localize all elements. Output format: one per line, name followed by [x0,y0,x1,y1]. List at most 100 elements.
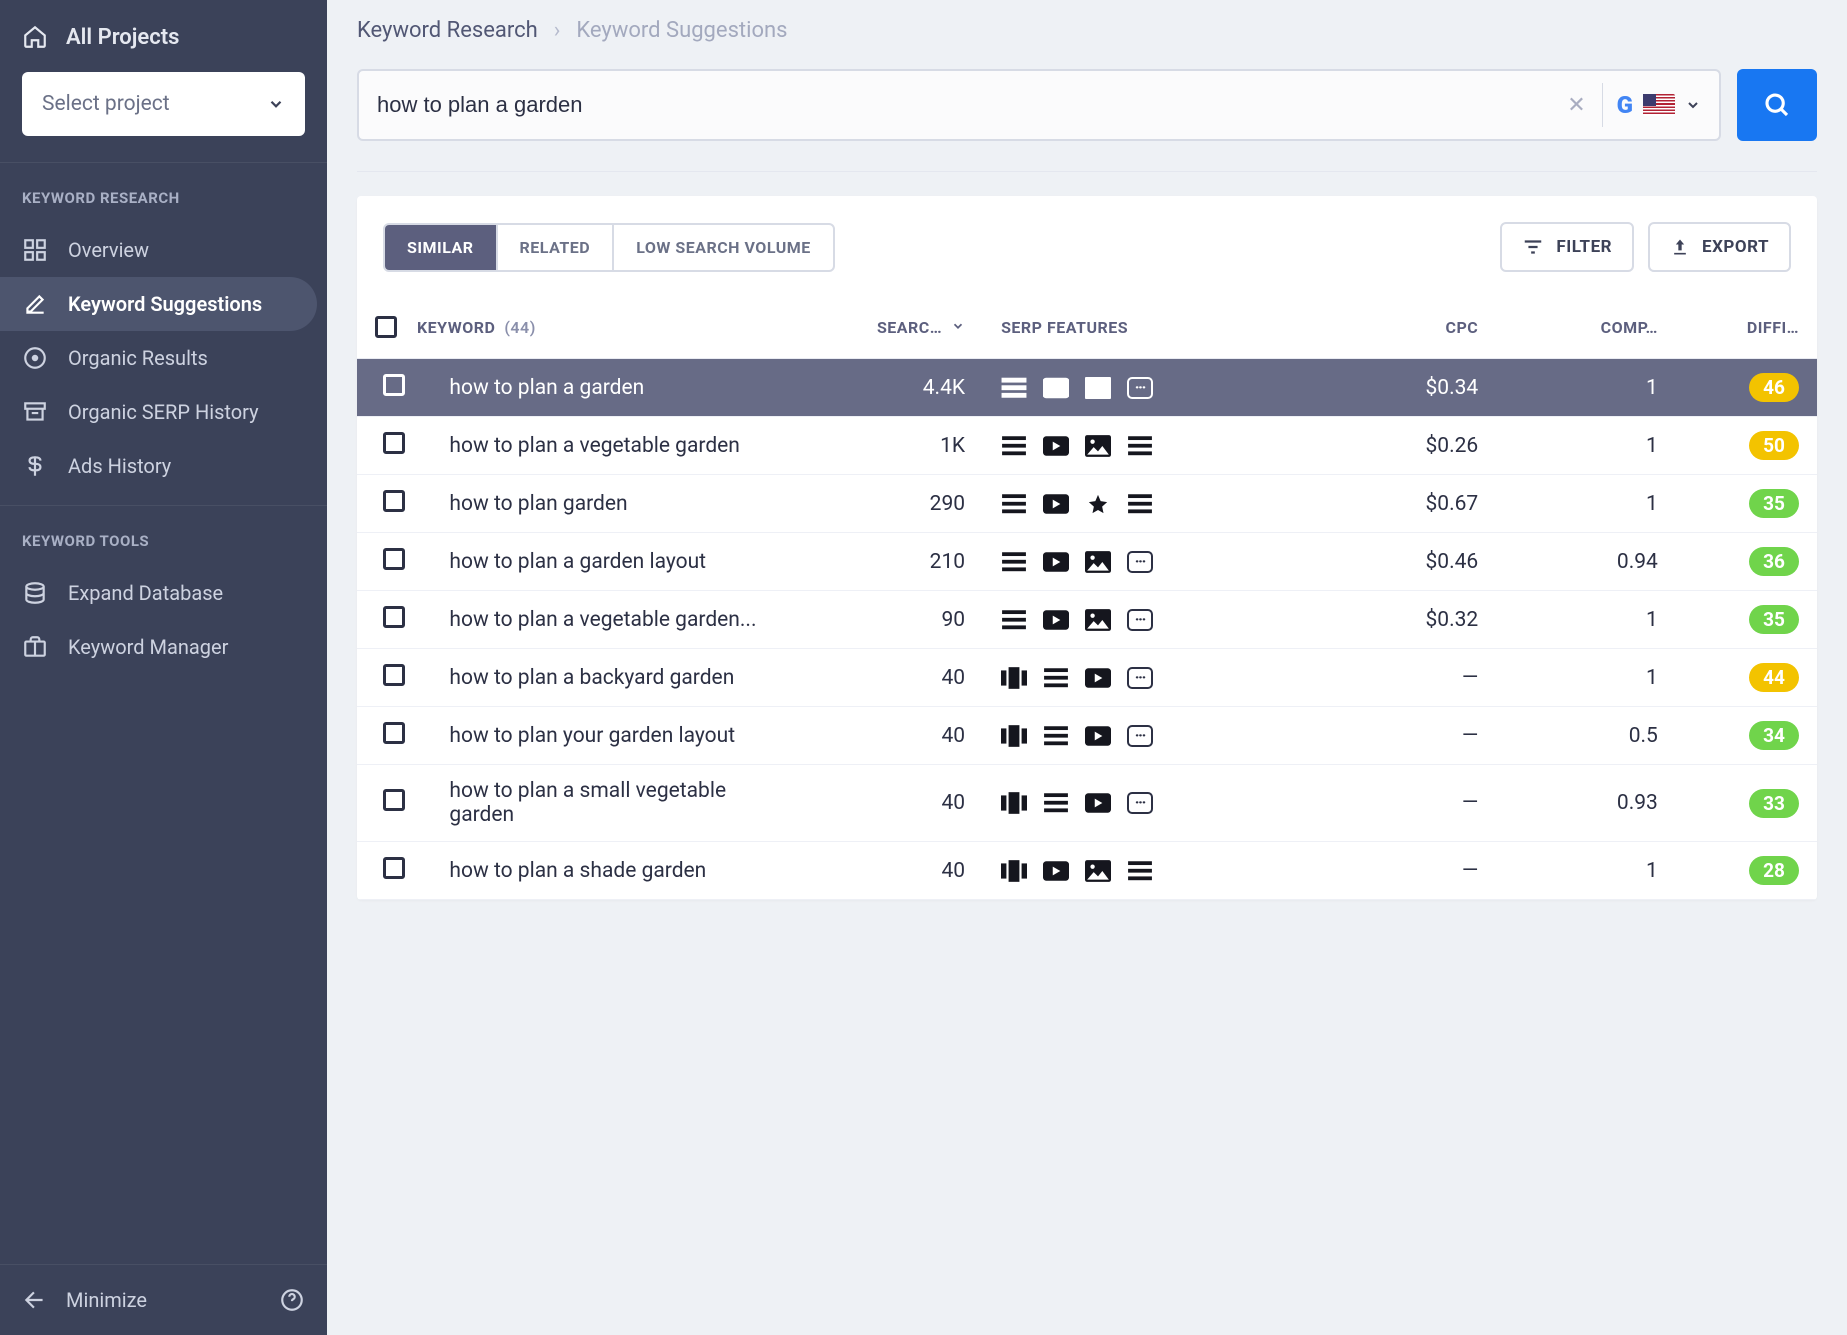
all-projects-link[interactable]: All Projects [22,24,305,50]
image-icon [1085,435,1111,457]
more-serp-icon: ··· [1127,725,1153,747]
nav-keyword-manager[interactable]: Keyword Manager [0,620,317,674]
col-diff[interactable]: DIFFI… [1676,296,1817,359]
search-button[interactable] [1737,69,1817,141]
table-row[interactable]: how to plan a vegetable garden1K$0.26150 [357,417,1817,475]
search-volume-cell: 40 [803,842,983,900]
difficulty-badge: 33 [1749,789,1799,818]
cpc-cell: — [1317,765,1497,842]
carousel-icon [1001,725,1027,747]
difficulty-badge: 34 [1749,721,1799,750]
project-select[interactable]: Select project [22,72,305,136]
table-row[interactable]: how to plan a garden layout210···$0.460.… [357,533,1817,591]
edit-icon [22,291,48,317]
nav-ads-history[interactable]: Ads History [0,439,317,493]
row-checkbox[interactable] [383,432,405,454]
tab-low-search-volume[interactable]: LOW SEARCH VOLUME [614,225,833,270]
keyword-cell: how to plan a backyard garden [431,649,803,707]
table-row[interactable]: how to plan a shade garden40—128 [357,842,1817,900]
nav-expand-database[interactable]: Expand Database [0,566,317,620]
row-checkbox[interactable] [383,548,405,570]
cpc-cell: $0.67 [1317,475,1497,533]
sitelinks-icon [1001,377,1027,399]
dollar-icon [22,453,48,479]
row-checkbox[interactable] [383,490,405,512]
carousel-icon [1001,860,1027,882]
keyword-count: (44) [504,318,535,337]
competition-cell: 1 [1496,417,1676,475]
select-all-checkbox[interactable] [375,316,397,338]
carousel-icon [1001,667,1027,689]
row-checkbox[interactable] [383,664,405,686]
nav-label: Keyword Manager [68,635,228,659]
search-volume-cell: 40 [803,765,983,842]
nav-organic-serp-history[interactable]: Organic SERP History [0,385,317,439]
table-row[interactable]: how to plan garden290$0.67135 [357,475,1817,533]
search-volume-cell: 1K [803,417,983,475]
tab-similar[interactable]: SIMILAR [385,225,498,270]
nav-label: Expand Database [68,581,223,605]
archive-icon [22,399,48,425]
row-checkbox[interactable] [383,857,405,879]
competition-cell: 1 [1496,475,1676,533]
all-projects-label: All Projects [66,25,179,50]
table-row[interactable]: how to plan a backyard garden40···—144 [357,649,1817,707]
difficulty-badge: 50 [1749,431,1799,460]
minimize-button[interactable]: Minimize [66,1288,147,1312]
more-serp-icon: ··· [1127,551,1153,573]
col-search[interactable]: SEARC… [877,318,942,337]
nav-label: Ads History [68,454,171,478]
home-icon [22,24,48,50]
video-icon [1043,435,1069,457]
col-comp[interactable]: COMP… [1496,296,1676,359]
serp-features [1001,860,1299,882]
table-row[interactable]: how to plan your garden layout40···—0.53… [357,707,1817,765]
more-serp-icon: ··· [1127,377,1153,399]
nav-keyword-suggestions[interactable]: Keyword Suggestions [0,277,317,331]
table-row[interactable]: how to plan a small vegetable garden40··… [357,765,1817,842]
video-icon [1043,551,1069,573]
competition-cell: 1 [1496,359,1676,417]
export-button[interactable]: EXPORT [1648,222,1791,272]
row-checkbox[interactable] [383,722,405,744]
nav-label: Overview [68,238,149,262]
export-label: EXPORT [1702,237,1769,257]
section-title-research: KEYWORD RESEARCH [0,163,327,223]
cpc-cell: $0.34 [1317,359,1497,417]
col-serp[interactable]: SERP FEATURES [983,296,1317,359]
row-checkbox[interactable] [383,374,405,396]
row-checkbox[interactable] [383,606,405,628]
search-engine-select[interactable]: G [1617,91,1701,119]
breadcrumb-current: Keyword Suggestions [576,18,787,43]
tab-related[interactable]: RELATED [498,225,615,270]
breadcrumb-root[interactable]: Keyword Research [357,18,538,43]
nav-label: Organic Results [68,346,208,370]
row-checkbox[interactable] [383,789,405,811]
help-icon[interactable] [279,1287,305,1313]
breadcrumb: Keyword Research › Keyword Suggestions [357,18,1817,43]
sitelinks-icon [1001,493,1027,515]
filter-button[interactable]: FILTER [1500,222,1634,272]
clear-search-icon[interactable]: ✕ [1559,85,1593,126]
table-body: how to plan a garden4.4K···$0.34146how t… [357,359,1817,900]
search-volume-cell: 40 [803,707,983,765]
serp-features: ··· [1001,551,1299,573]
chevron-right-icon: › [554,18,561,43]
col-cpc[interactable]: CPC [1317,296,1497,359]
serp-features [1001,493,1299,515]
col-keyword[interactable]: KEYWORD [417,318,495,337]
project-select-label: Select project [42,92,170,116]
filter-icon [1522,236,1544,258]
serp-features: ··· [1001,792,1299,814]
video-icon [1043,860,1069,882]
table-row[interactable]: how to plan a vegetable garden...90···$0… [357,591,1817,649]
keyword-cell: how to plan a shade garden [431,842,803,900]
target-icon [22,345,48,371]
keyword-search-input[interactable] [377,92,1559,118]
cpc-cell: — [1317,649,1497,707]
sidebar: All Projects Select project KEYWORD RESE… [0,0,327,1335]
search-icon [1762,90,1792,120]
nav-organic-results[interactable]: Organic Results [0,331,317,385]
table-row[interactable]: how to plan a garden4.4K···$0.34146 [357,359,1817,417]
nav-overview[interactable]: Overview [0,223,317,277]
